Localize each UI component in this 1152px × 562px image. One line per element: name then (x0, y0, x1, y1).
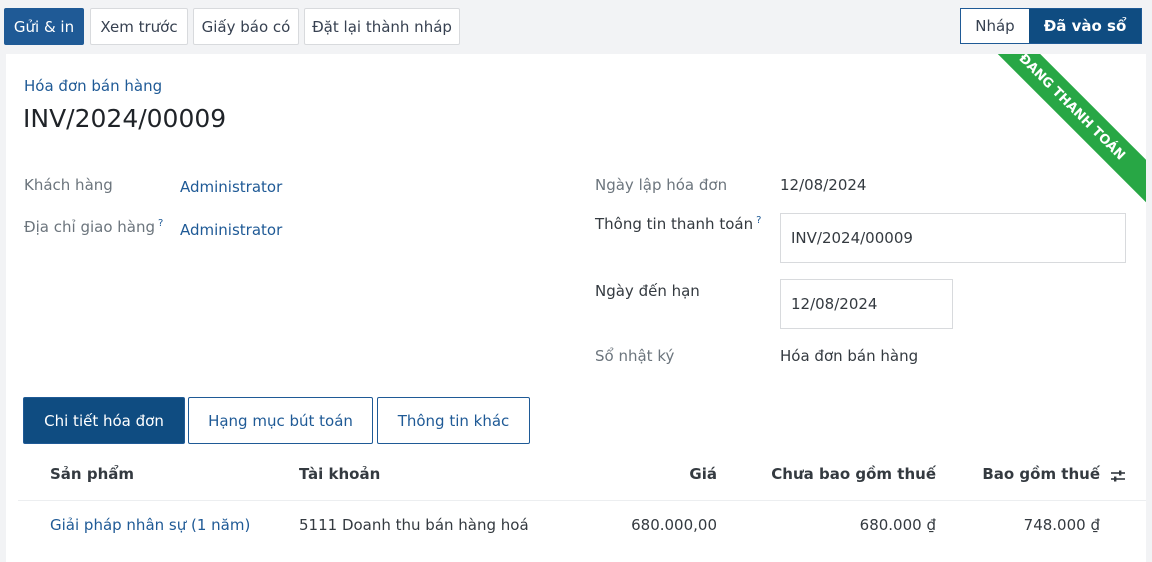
due-date-input[interactable]: 12/08/2024 (780, 279, 953, 329)
row-total-cell: 748.000 ₫ (1023, 516, 1100, 534)
invoice-form-sheet: ĐANG THANH TOÁN Hóa đơn bán hàng INV/202… (6, 54, 1146, 562)
status-draft[interactable]: Nháp (961, 9, 1029, 43)
table-divider (18, 500, 1146, 501)
customer-label: Khách hàng (24, 176, 113, 194)
due-date-label: Ngày đến hạn (595, 282, 700, 300)
journal-label: Sổ nhật ký (595, 347, 675, 365)
column-header-account[interactable]: Tài khoản (299, 465, 380, 483)
send-print-button[interactable]: Gửi & in (4, 8, 84, 45)
invoice-type: Hóa đơn bán hàng (24, 77, 163, 95)
delivery-address-field[interactable]: Administrator (180, 221, 282, 239)
control-panel: Gửi & in Xem trước Giấy báo có Đặt lại t… (0, 0, 1152, 54)
preview-button[interactable]: Xem trước (90, 8, 188, 45)
reset-draft-button[interactable]: Đặt lại thành nháp (304, 8, 460, 45)
delivery-address-label-text: Địa chỉ giao hàng (24, 218, 155, 236)
status-posted[interactable]: Đã vào sổ (1029, 9, 1141, 43)
invoice-number: INV/2024/00009 (23, 104, 227, 133)
row-price-cell[interactable]: 680.000,00 (567, 516, 717, 534)
help-tooltip-icon[interactable]: ? (158, 218, 163, 229)
invoice-date-label: Ngày lập hóa đơn (595, 176, 728, 194)
payment-status-ribbon: ĐANG THANH TOÁN (969, 54, 1146, 210)
row-account-cell[interactable]: 5111 Doanh thu bán hàng hoá (299, 516, 529, 534)
column-header-product[interactable]: Sản phẩm (50, 465, 134, 483)
tab-journal-items[interactable]: Hạng mục bút toán (188, 397, 373, 444)
journal-field[interactable]: Hóa đơn bán hàng (780, 347, 918, 365)
payment-reference-input[interactable]: INV/2024/00009 (780, 213, 1126, 263)
tab-other-info[interactable]: Thông tin khác (377, 397, 530, 444)
credit-note-button[interactable]: Giấy báo có (193, 8, 299, 45)
help-tooltip-icon[interactable]: ? (756, 215, 761, 226)
row-product-cell[interactable]: Giải pháp nhân sự (1 năm) (50, 516, 250, 534)
tab-invoice-lines[interactable]: Chi tiết hóa đơn (23, 397, 185, 444)
row-subtotal-cell: 680.000 ₫ (859, 516, 936, 534)
column-header-subtotal[interactable]: Chưa bao gồm thuế (736, 465, 936, 483)
column-header-price[interactable]: Giá (617, 465, 717, 483)
payment-reference-label: Thông tin thanh toán? (595, 215, 761, 233)
customer-label-text: Khách hàng (24, 176, 113, 194)
delivery-address-label: Địa chỉ giao hàng? (24, 218, 163, 236)
payment-reference-label-text: Thông tin thanh toán (595, 215, 754, 233)
sliders-icon[interactable] (1110, 468, 1126, 484)
customer-field[interactable]: Administrator (180, 178, 282, 196)
column-header-total[interactable]: Bao gồm thuế (950, 465, 1100, 483)
invoice-date-field[interactable]: 12/08/2024 (780, 176, 866, 194)
status-bar: Nháp Đã vào sổ (960, 8, 1142, 44)
